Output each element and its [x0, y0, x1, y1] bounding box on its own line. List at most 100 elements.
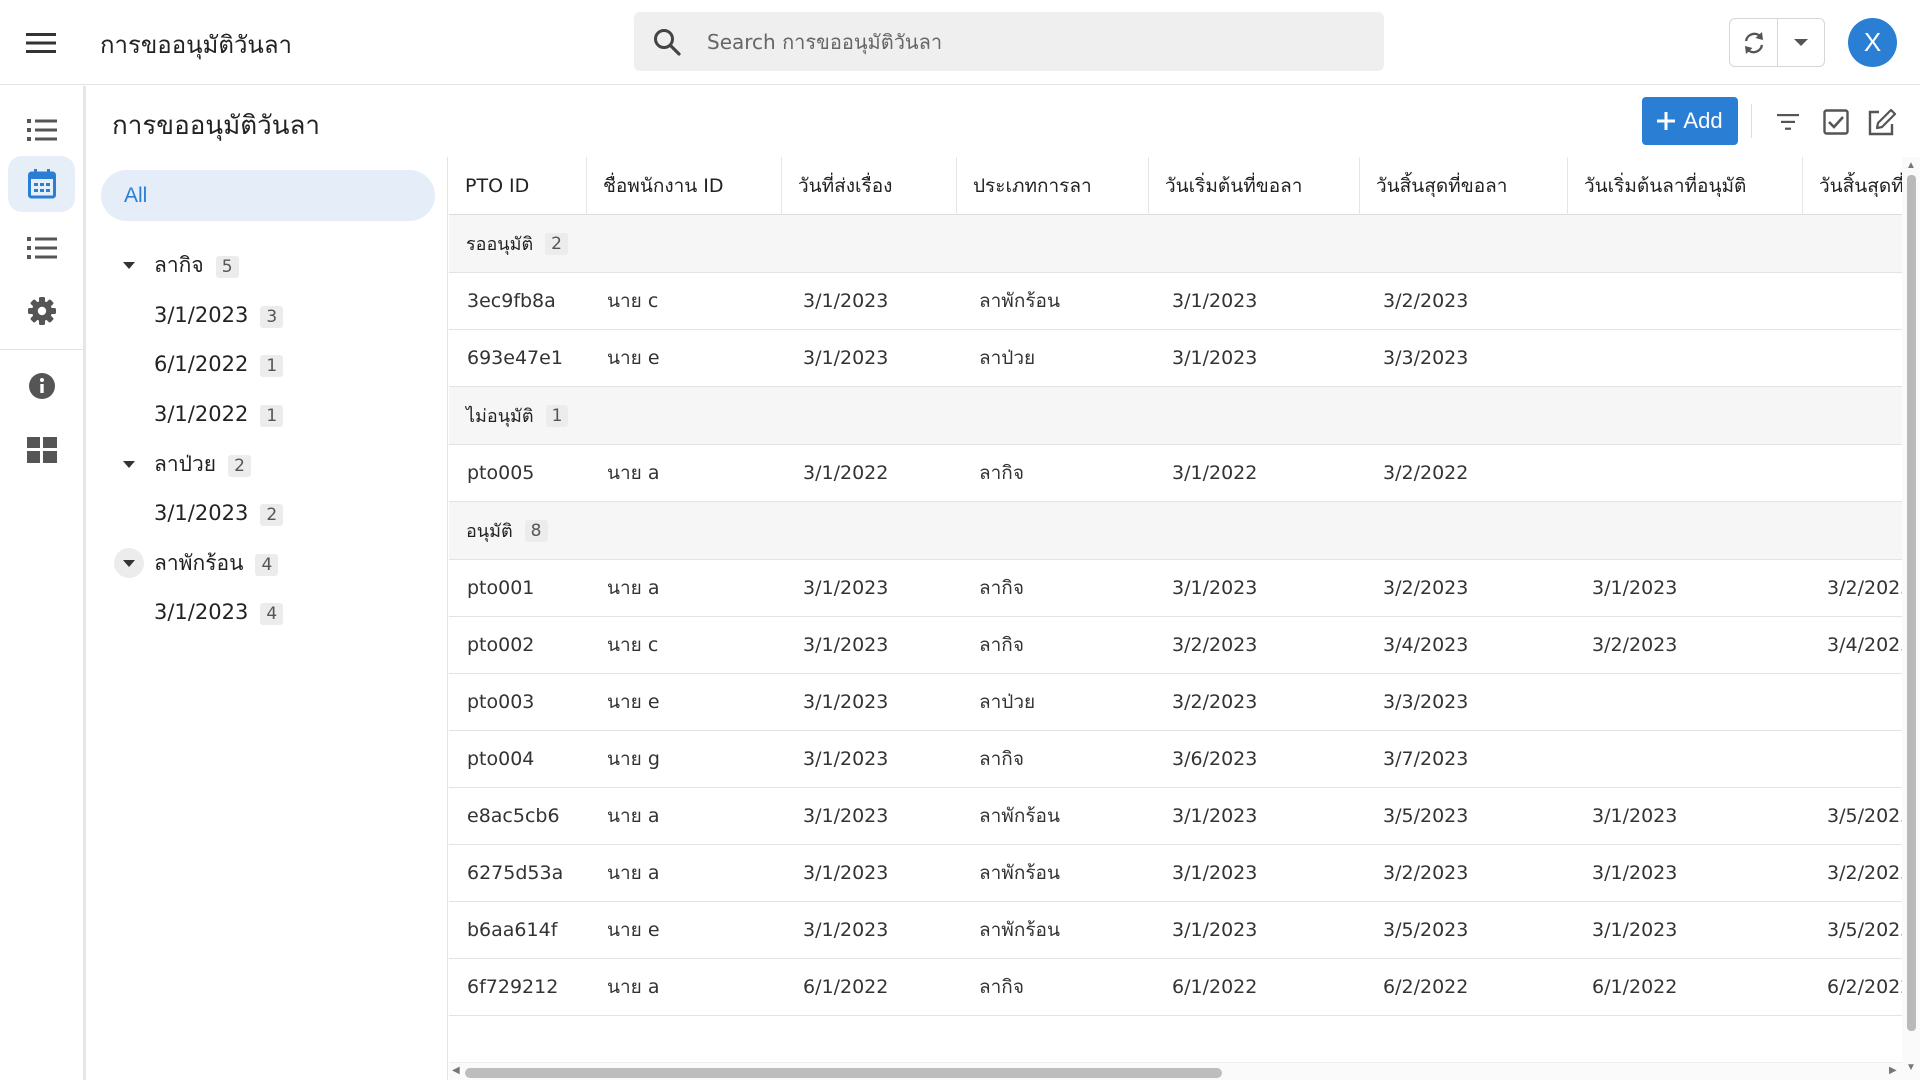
count-badge: 3: [260, 305, 284, 328]
sync-button[interactable]: [1730, 19, 1778, 66]
table-cell: 6275d53a: [467, 862, 564, 884]
tree-group-vacation[interactable]: ลาพักร้อน 4: [88, 541, 448, 585]
table-cell: 3/1/2023: [803, 691, 889, 713]
table-cell: 3/1/2023: [1172, 805, 1258, 827]
column-header[interactable]: วันสิ้นสุดที่อนุมัติ: [1803, 157, 1902, 215]
table-row[interactable]: 693e47e1 นาย e 3/1/2023 ลาป่วย 3/1/2023 3/3/2…: [449, 330, 1902, 387]
table-cell: b6aa614f: [467, 919, 558, 941]
table-header: PTO ID ชื่อพนักงาน ID วันที่ส่งเรื่อง ปร…: [449, 157, 1902, 215]
table-cell: นาย a: [607, 805, 660, 827]
group-header-label-wrap: รออนุมัติ 2: [466, 215, 568, 272]
rail-list-view[interactable]: [8, 102, 75, 158]
table-cell: 3/5/2023: [1383, 919, 1469, 941]
select-mode-button[interactable]: [1818, 104, 1854, 140]
page-title: การขออนุมัติวันลา: [112, 111, 321, 141]
rail-info[interactable]: [8, 358, 75, 414]
table-cell: 3/2/2023: [1172, 634, 1258, 656]
search-input[interactable]: [707, 12, 1357, 71]
caret-down-icon[interactable]: [114, 250, 144, 280]
table-cell: 3/1/2023: [803, 347, 889, 369]
caret-down-icon[interactable]: [114, 449, 144, 479]
table-row[interactable]: e8ac5cb6 นาย a 3/1/2023 ลาพักร้อน 3/1/2023 3/…: [449, 788, 1902, 845]
tree-group-label: ลากิจ: [154, 252, 204, 277]
table-cell: นาย g: [607, 748, 660, 770]
table-cell: 6f729212: [467, 976, 559, 998]
group-header-row[interactable]: รออนุมัติ 2: [449, 215, 1902, 273]
table-row[interactable]: b6aa614f นาย e 3/1/2023 ลาพักร้อน 3/1/2023 3/…: [449, 902, 1902, 959]
grid-view-icon: [26, 437, 57, 463]
filter-button[interactable]: [1770, 104, 1806, 140]
table-cell: 3/7/2023: [1383, 748, 1469, 770]
table-cell: 3/1/2023: [1172, 290, 1258, 312]
group-header-label-wrap: ไม่อนุมัติ 1: [466, 387, 569, 444]
tree-group-leave-business[interactable]: ลากิจ 5: [88, 243, 448, 287]
count-badge: 1: [545, 404, 569, 427]
column-header[interactable]: วันสิ้นสุดที่ขอลา: [1360, 157, 1568, 215]
table-cell: 3/1/2023: [803, 862, 889, 884]
sync-dropdown-button[interactable]: [1778, 19, 1824, 66]
group-header-row[interactable]: อนุมัติ 8: [449, 502, 1902, 560]
scroll-right-icon[interactable]: ▶: [1889, 1065, 1897, 1076]
info-icon: [28, 372, 56, 400]
table-cell: 3/5/2023: [1827, 919, 1902, 941]
tree-child-item[interactable]: 6/1/2022 1: [88, 342, 448, 386]
edit-button[interactable]: [1864, 104, 1900, 140]
rail-calendar-view[interactable]: [8, 156, 75, 212]
tree-group-sick-leave[interactable]: ลาป่วย 2: [88, 442, 448, 486]
avatar[interactable]: X: [1848, 18, 1897, 67]
rail-list-view-2[interactable]: [8, 220, 75, 276]
scroll-left-icon[interactable]: ◀: [452, 1065, 460, 1076]
table-cell: 3/2/2022: [1383, 462, 1469, 484]
table-cell: e8ac5cb6: [467, 805, 560, 827]
table-row[interactable]: 6275d53a นาย a 3/1/2023 ลาพักร้อน 3/1/2023 3/…: [449, 845, 1902, 902]
tree-child-item[interactable]: 3/1/2023 2: [88, 491, 448, 535]
add-button[interactable]: Add: [1642, 97, 1738, 145]
scroll-down-icon[interactable]: ▼: [1906, 1062, 1916, 1073]
table-cell: ลาป่วย: [979, 347, 1036, 369]
horizontal-scrollbar[interactable]: ◀ ▶: [449, 1062, 1902, 1080]
table-row[interactable]: 3ec9fb8a นาย c 3/1/2023 ลาพักร้อน 3/1/2023 3/…: [449, 273, 1902, 330]
table-row[interactable]: 6f729212 นาย a 6/1/2022 ลากิจ 6/1/2022 6/2/20…: [449, 959, 1902, 1016]
app-title: การขออนุมัติวันลา: [100, 31, 293, 59]
table-cell: 6/1/2022: [1172, 976, 1258, 998]
tree-child-item[interactable]: 3/1/2023 4: [88, 590, 448, 634]
hamburger-menu-icon[interactable]: [22, 24, 60, 62]
data-table: PTO ID ชื่อพนักงาน ID วันที่ส่งเรื่อง ปร…: [449, 157, 1902, 1062]
tree-child-item[interactable]: 3/1/2022 1: [88, 392, 448, 436]
tree-group-label: ลาพักร้อน: [154, 550, 244, 575]
table-row[interactable]: pto005 นาย a 3/1/2022 ลากิจ 3/1/2022 3/2/2022: [449, 445, 1902, 502]
table-row[interactable]: pto003 นาย e 3/1/2023 ลาป่วย 3/2/2023 3/3/202…: [449, 674, 1902, 731]
rail-dashboard[interactable]: [8, 422, 75, 478]
column-header[interactable]: PTO ID: [449, 157, 587, 215]
table-row[interactable]: pto002 นาย c 3/1/2023 ลากิจ 3/2/2023 3/4/2023…: [449, 617, 1902, 674]
count-badge: 2: [228, 454, 251, 477]
column-header[interactable]: ประเภทการลา: [957, 157, 1149, 215]
table-cell: 3/2/2023: [1383, 577, 1469, 599]
rail-settings[interactable]: [8, 283, 75, 339]
table-cell: 3/1/2023: [1172, 862, 1258, 884]
table-cell: 3/6/2023: [1172, 748, 1258, 770]
tree-child-item[interactable]: 3/1/2023 3: [88, 293, 448, 337]
table-cell: 3/2/2023: [1383, 862, 1469, 884]
column-header[interactable]: วันเริ่มต้นลาที่อนุมัติ: [1568, 157, 1803, 215]
table-cell: 3/1/2023: [803, 919, 889, 941]
table-cell: 3/5/2023: [1827, 805, 1902, 827]
table-row[interactable]: pto001 นาย a 3/1/2023 ลากิจ 3/1/2023 3/2/2023…: [449, 560, 1902, 617]
table-cell: 3ec9fb8a: [467, 290, 556, 312]
table-cell: 3/1/2023: [1172, 347, 1258, 369]
group-header-row[interactable]: ไม่อนุมัติ 1: [449, 387, 1902, 445]
table-cell: 3/2/2023: [1592, 634, 1678, 656]
table-row[interactable]: pto004 นาย g 3/1/2023 ลากิจ 3/6/2023 3/7/2023: [449, 731, 1902, 788]
vertical-scrollbar[interactable]: ▲ ▼: [1902, 157, 1920, 1080]
column-header[interactable]: วันที่ส่งเรื่อง: [782, 157, 957, 215]
vertical-scroll-thumb[interactable]: [1907, 175, 1916, 1031]
column-header[interactable]: วันเริ่มต้นที่ขอลา: [1149, 157, 1360, 215]
tree-item-all-label: All: [124, 183, 148, 207]
table-cell: 6/1/2022: [803, 976, 889, 998]
caret-down-icon[interactable]: [114, 548, 144, 578]
column-header[interactable]: ชื่อพนักงาน ID: [587, 157, 782, 215]
table-cell: ลาพักร้อน: [979, 862, 1060, 884]
horizontal-scroll-thumb[interactable]: [465, 1068, 1222, 1078]
scroll-up-icon[interactable]: ▲: [1906, 160, 1916, 171]
tree-item-all[interactable]: All: [101, 170, 435, 221]
